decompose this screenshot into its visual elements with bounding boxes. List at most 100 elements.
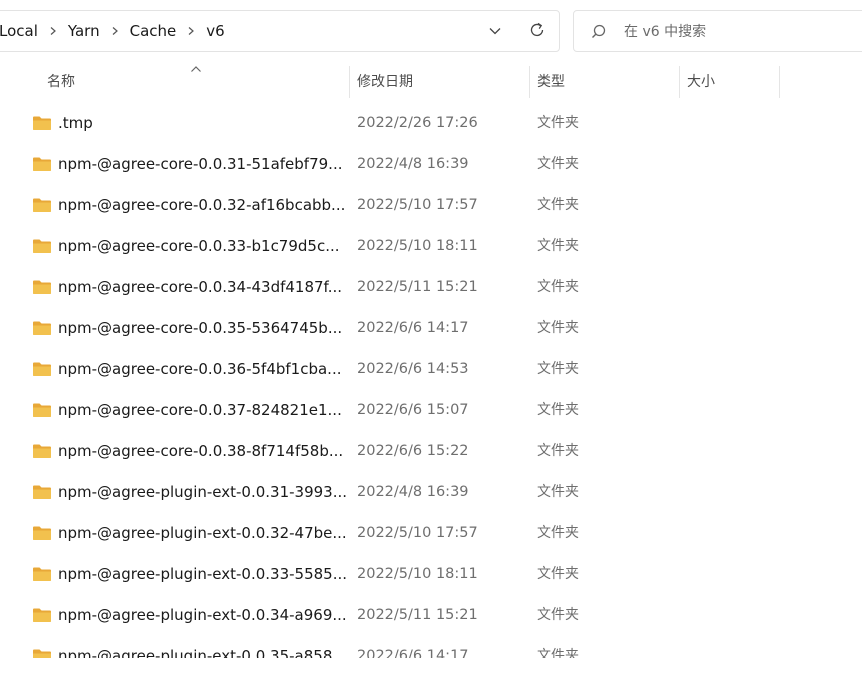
search-input[interactable] (622, 19, 856, 45)
refresh-button[interactable] (523, 18, 551, 46)
search-box[interactable] (573, 10, 862, 52)
address-bar[interactable]: Local Yarn Cache v6 (0, 10, 560, 52)
file-type: 文件夹 (537, 115, 579, 131)
folder-icon (32, 566, 52, 582)
file-name: npm-@agree-core-0.0.37-824821e1... (58, 401, 342, 419)
folder-icon (32, 238, 52, 254)
breadcrumb-local[interactable]: Local (0, 22, 40, 40)
folder-icon (32, 648, 52, 658)
column-header-date-label: 修改日期 (357, 74, 413, 90)
column-header-date[interactable]: 修改日期 (357, 62, 529, 100)
file-row[interactable]: npm-@agree-plugin-ext-0.0.34-a969... 2022… (6, 595, 862, 636)
file-type: 文件夹 (537, 607, 579, 623)
column-header: 名称 修改日期 类型 大小 (6, 62, 862, 100)
file-type: 文件夹 (537, 566, 579, 582)
chevron-right-icon[interactable] (105, 21, 125, 41)
file-name: npm-@agree-core-0.0.33-b1c79d5c... (58, 237, 340, 255)
folder-icon (32, 525, 52, 541)
column-divider[interactable] (529, 66, 530, 98)
file-name: npm-@agree-core-0.0.36-5f4bf1cba... (58, 360, 342, 378)
file-row[interactable]: npm-@agree-core-0.0.38-8f714f58b... 2022/… (6, 431, 862, 472)
folder-icon (32, 443, 52, 459)
file-type: 文件夹 (537, 279, 579, 295)
file-type: 文件夹 (537, 525, 579, 541)
column-header-type-label: 类型 (537, 74, 565, 90)
file-date: 2022/6/6 15:22 (357, 443, 469, 459)
history-dropdown-button[interactable] (481, 18, 509, 46)
chevron-down-icon (488, 23, 502, 42)
column-divider[interactable] (679, 66, 680, 98)
file-row[interactable]: .tmp 2022/2/26 17:26 文件夹 (6, 103, 862, 144)
file-date: 2022/6/6 15:07 (357, 402, 469, 418)
file-date: 2022/5/10 18:11 (357, 566, 478, 582)
file-row[interactable]: npm-@agree-plugin-ext-0.0.32-47be... 2022… (6, 513, 862, 554)
file-list[interactable]: 名称 修改日期 类型 大小 .tmp 2022/2/26 17:26 文件夹 npm-… (6, 62, 862, 658)
file-date: 2022/5/11 15:21 (357, 607, 478, 623)
chevron-right-icon[interactable] (181, 21, 201, 41)
file-date: 2022/5/10 17:57 (357, 525, 478, 541)
file-type: 文件夹 (537, 402, 579, 418)
file-row[interactable]: npm-@agree-core-0.0.35-5364745b... 2022/6… (6, 308, 862, 349)
folder-icon (32, 197, 52, 213)
column-header-name[interactable]: 名称 (47, 62, 347, 100)
bottom-edge (0, 658, 862, 678)
file-type: 文件夹 (537, 443, 579, 459)
file-row[interactable]: npm-@agree-core-0.0.31-51afebf79... 2022/… (6, 144, 862, 185)
file-type: 文件夹 (537, 361, 579, 377)
file-row[interactable]: npm-@agree-core-0.0.34-43df4187f... 2022/… (6, 267, 862, 308)
file-type: 文件夹 (537, 320, 579, 336)
column-divider[interactable] (349, 66, 350, 98)
file-date: 2022/6/6 14:17 (357, 320, 469, 336)
file-date: 2022/5/11 15:21 (357, 279, 478, 295)
breadcrumb-v6[interactable]: v6 (204, 22, 226, 40)
file-name: npm-@agree-core-0.0.31-51afebf79... (58, 155, 343, 173)
column-header-size[interactable]: 大小 (687, 62, 777, 100)
folder-icon (32, 156, 52, 172)
file-type: 文件夹 (537, 238, 579, 254)
column-header-size-label: 大小 (687, 74, 715, 90)
file-date: 2022/6/6 14:17 (357, 648, 469, 658)
chevron-right-icon[interactable] (43, 21, 63, 41)
file-row[interactable]: npm-@agree-core-0.0.36-5f4bf1cba... 2022/… (6, 349, 862, 390)
file-name: npm-@agree-core-0.0.32-af16bcabb... (58, 196, 346, 214)
file-date: 2022/5/10 18:11 (357, 238, 478, 254)
file-date: 2022/6/6 14:53 (357, 361, 469, 377)
file-date: 2022/4/8 16:39 (357, 156, 469, 172)
breadcrumb-yarn[interactable]: Yarn (66, 22, 102, 40)
file-name: npm-@agree-core-0.0.34-43df4187f... (58, 278, 343, 296)
file-date: 2022/2/26 17:26 (357, 115, 478, 131)
file-row[interactable]: npm-@agree-plugin-ext-0.0.33-5585... 2022… (6, 554, 862, 595)
file-name: .tmp (58, 114, 93, 132)
file-type: 文件夹 (537, 484, 579, 500)
file-date: 2022/4/8 16:39 (357, 484, 469, 500)
file-type: 文件夹 (537, 156, 579, 172)
file-name: npm-@agree-core-0.0.35-5364745b... (58, 319, 343, 337)
navigation-bar: Local Yarn Cache v6 (0, 0, 862, 62)
file-name: npm-@agree-plugin-ext-0.0.31-3993... (58, 483, 348, 501)
search-icon (590, 23, 608, 41)
folder-icon (32, 607, 52, 623)
file-row[interactable]: npm-@agree-core-0.0.32-af16bcabb... 2022/… (6, 185, 862, 226)
refresh-icon (528, 21, 546, 43)
folder-icon (32, 484, 52, 500)
column-divider[interactable] (779, 66, 780, 98)
file-row[interactable]: npm-@agree-core-0.0.33-b1c79d5c... 2022/5… (6, 226, 862, 267)
file-type: 文件夹 (537, 197, 579, 213)
column-header-name-label: 名称 (47, 74, 75, 90)
file-name: npm-@agree-plugin-ext-0.0.33-5585... (58, 565, 348, 583)
folder-icon (32, 320, 52, 336)
file-name: npm-@agree-core-0.0.38-8f714f58b... (58, 442, 344, 460)
file-type: 文件夹 (537, 648, 579, 658)
file-row[interactable]: npm-@agree-plugin-ext-0.0.35-a858... 2022… (6, 636, 862, 658)
file-row[interactable]: npm-@agree-core-0.0.37-824821e1... 2022/6… (6, 390, 862, 431)
breadcrumb-cache[interactable]: Cache (128, 22, 179, 40)
folder-icon (32, 402, 52, 418)
folder-icon (32, 279, 52, 295)
file-name: npm-@agree-plugin-ext-0.0.32-47be... (58, 524, 347, 542)
column-header-type[interactable]: 类型 (537, 62, 679, 100)
file-name: npm-@agree-plugin-ext-0.0.35-a858... (58, 647, 347, 658)
file-date: 2022/5/10 17:57 (357, 197, 478, 213)
breadcrumb: Local Yarn Cache v6 (0, 11, 227, 51)
folder-icon (32, 115, 52, 131)
file-row[interactable]: npm-@agree-plugin-ext-0.0.31-3993... 2022… (6, 472, 862, 513)
